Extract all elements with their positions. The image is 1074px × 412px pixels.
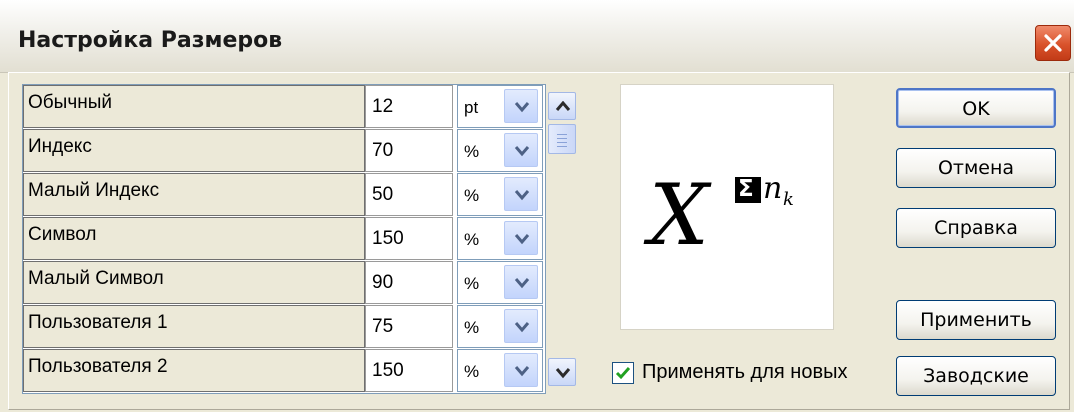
- unit-select[interactable]: %: [457, 305, 543, 348]
- dropdown-button[interactable]: [504, 353, 538, 387]
- vertical-scrollbar[interactable]: [548, 92, 576, 392]
- unit-value: %: [464, 274, 480, 293]
- size-name: Пользователя 2: [23, 349, 365, 392]
- unit-value: %: [464, 186, 480, 205]
- unit-select[interactable]: %: [457, 129, 543, 172]
- size-value-input[interactable]: 150: [365, 349, 453, 392]
- cancel-button[interactable]: Отмена: [896, 148, 1056, 188]
- size-name: Индекс: [23, 129, 365, 172]
- sigma-placeholder-icon: Σ: [735, 176, 761, 203]
- defaults-button[interactable]: Заводские: [896, 356, 1056, 396]
- size-name: Малый Индекс: [23, 173, 365, 216]
- table-row: Обычный 12 pt: [23, 85, 545, 129]
- preview-base: X: [649, 166, 709, 264]
- apply-to-new-checkbox[interactable]: Применять для новых: [612, 358, 882, 388]
- ok-button[interactable]: OK: [896, 88, 1056, 128]
- size-value-input[interactable]: 90: [365, 261, 453, 304]
- apply-button[interactable]: Применить: [896, 300, 1056, 340]
- size-name: Пользователя 1: [23, 305, 365, 348]
- checkbox-label: Применять для новых: [642, 361, 848, 383]
- unit-select[interactable]: %: [457, 217, 543, 260]
- scroll-thumb[interactable]: [548, 124, 576, 154]
- close-button[interactable]: [1035, 25, 1071, 61]
- size-name: Символ: [23, 217, 365, 260]
- preview-sub: k: [783, 189, 794, 210]
- table-row: Малый Индекс 50 %: [23, 173, 545, 217]
- unit-value: pt: [464, 98, 479, 117]
- dropdown-button[interactable]: [504, 221, 538, 255]
- unit-value: %: [464, 230, 480, 249]
- dropdown-button[interactable]: [504, 89, 538, 123]
- grip-line: [557, 146, 567, 147]
- checkbox[interactable]: [612, 362, 634, 384]
- size-value-input[interactable]: 70: [365, 129, 453, 172]
- unit-value: %: [464, 318, 480, 337]
- unit-select[interactable]: %: [457, 261, 543, 304]
- unit-value: %: [464, 142, 480, 161]
- preview-sigma: Σ: [738, 176, 754, 202]
- window-title: Настройка Размеров: [18, 28, 283, 53]
- size-settings-dialog: Настройка Размеров Обычный 12 pt Индекс …: [0, 0, 1074, 412]
- dropdown-button[interactable]: [504, 309, 538, 343]
- formula-preview: X Σ n k: [620, 84, 834, 330]
- unit-select[interactable]: %: [457, 349, 543, 392]
- table-row: Малый Символ 90 %: [23, 261, 545, 305]
- grip-line: [557, 138, 567, 139]
- dropdown-button[interactable]: [504, 265, 538, 299]
- grip-line: [557, 134, 567, 135]
- unit-value: %: [464, 362, 480, 381]
- table-row: Индекс 70 %: [23, 129, 545, 173]
- size-value-input[interactable]: 12: [365, 85, 453, 128]
- size-name: Малый Символ: [23, 261, 365, 304]
- table-row: Пользователя 1 75 %: [23, 305, 545, 349]
- scroll-up-button[interactable]: [548, 92, 576, 120]
- table-row: Пользователя 2 150 %: [23, 349, 545, 393]
- size-name: Обычный: [23, 85, 365, 128]
- size-value-input[interactable]: 75: [365, 305, 453, 348]
- size-value-input[interactable]: 150: [365, 217, 453, 260]
- unit-select[interactable]: pt: [457, 85, 543, 128]
- help-button[interactable]: Справка: [896, 208, 1056, 248]
- dropdown-button[interactable]: [504, 133, 538, 167]
- preview-var: n: [763, 171, 783, 206]
- dropdown-button[interactable]: [504, 177, 538, 211]
- table-row: Символ 150 %: [23, 217, 545, 261]
- grip-line: [557, 142, 567, 143]
- title-bar[interactable]: Настройка Размеров: [0, 0, 1074, 73]
- scroll-down-button[interactable]: [548, 358, 576, 386]
- sizes-grid: Обычный 12 pt Индекс 70 % Малый Индекс 5…: [22, 84, 546, 394]
- size-value-input[interactable]: 50: [365, 173, 453, 216]
- unit-select[interactable]: %: [457, 173, 543, 216]
